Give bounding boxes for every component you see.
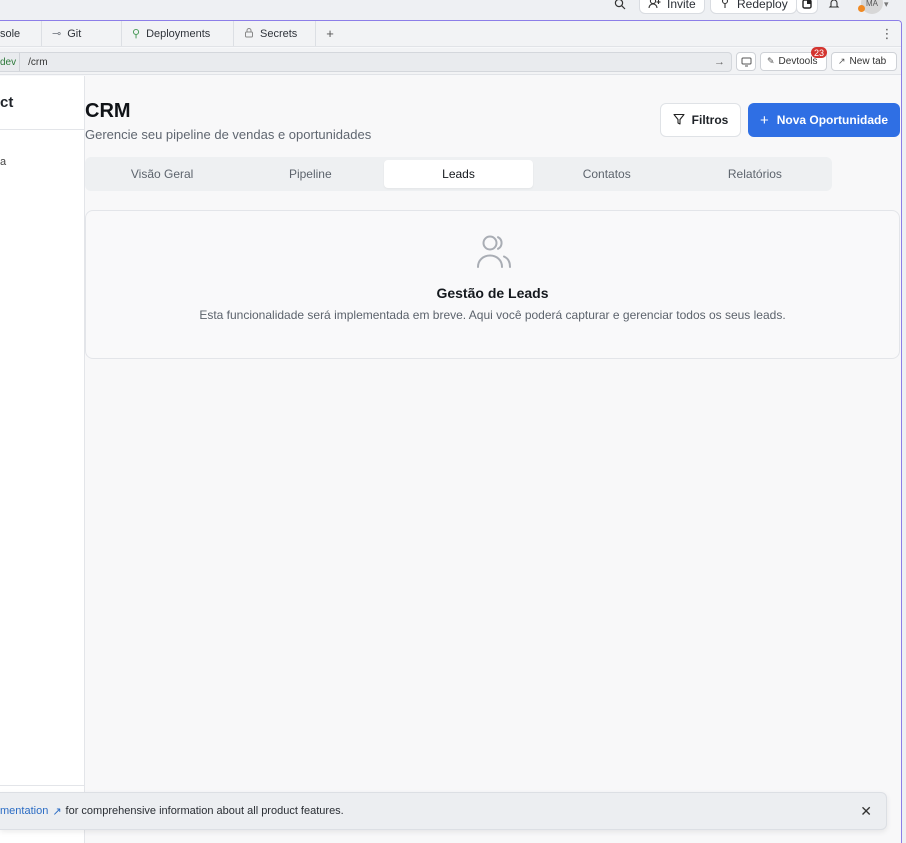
add-user-icon	[648, 0, 661, 12]
tab-console[interactable]: sole	[0, 21, 42, 46]
sidebar: ct a	[0, 76, 85, 843]
redeploy-button[interactable]: Redeploy	[710, 0, 797, 14]
new-opportunity-button[interactable]: + Nova Oportunidade	[748, 103, 900, 137]
new-tab-button[interactable]: ↗ New tab	[831, 52, 897, 71]
search-icon[interactable]	[614, 0, 626, 14]
tab-reports[interactable]: Relatórios	[681, 160, 829, 188]
env-label: dev	[0, 53, 21, 71]
wrench-icon: ✎	[767, 56, 775, 66]
page-subtitle: Gerencie seu pipeline de vendas e oportu…	[85, 127, 372, 142]
lock-icon	[244, 27, 254, 41]
sidebar-item[interactable]: a	[0, 156, 6, 168]
invite-button[interactable]: Invite	[639, 0, 705, 14]
tab-overview[interactable]: Visão Geral	[88, 160, 236, 188]
bell-icon[interactable]	[828, 0, 840, 14]
chevron-down-icon[interactable]: ▾	[884, 0, 889, 14]
new-opportunity-label: Nova Oportunidade	[776, 113, 889, 127]
external-link-icon[interactable]: ↗	[52, 805, 61, 818]
plus-icon: +	[759, 111, 769, 129]
divider	[0, 785, 85, 786]
tab-pipeline[interactable]: Pipeline	[236, 160, 384, 188]
tab-contacts[interactable]: Contatos	[533, 160, 681, 188]
redeploy-label: Redeploy	[737, 0, 788, 11]
devtools-badge: 23	[811, 47, 827, 58]
workspace-frame: sole ⊸ Git ⚲ Deployments Secrets + ⋮ dev…	[0, 20, 902, 843]
new-tab-plus-icon[interactable]: +	[316, 21, 344, 46]
avatar-status-dot	[858, 5, 865, 12]
card-title: Gestão de Leads	[436, 285, 549, 301]
deploy-icon: ⚲	[132, 28, 141, 40]
page-title: CRM	[85, 100, 131, 122]
tab-deployments[interactable]: ⚲ Deployments	[122, 21, 234, 46]
divider	[0, 129, 85, 130]
users-icon	[474, 231, 514, 271]
arrow-right-icon[interactable]: →	[714, 56, 731, 68]
documentation-link[interactable]: mentation	[0, 805, 48, 817]
tab-label: sole	[0, 27, 21, 40]
tab-secrets[interactable]: Secrets	[234, 21, 316, 46]
top-bar: Invite Redeploy MA ▾	[0, 0, 906, 18]
info-toast: mentation ↗ for comprehensive informatio…	[0, 792, 887, 830]
devtools-label: Devtools	[778, 56, 818, 67]
filter-icon	[673, 113, 685, 128]
main-content: CRM Gerencie seu pipeline de vendas e op…	[85, 76, 901, 843]
tab-bar: sole ⊸ Git ⚲ Deployments Secrets + ⋮	[0, 21, 901, 47]
filter-label: Filtros	[691, 113, 729, 127]
tab-leads[interactable]: Leads	[384, 160, 533, 188]
url-bar: dev /crm → ✎ Devtools 23 ↗ New tab	[0, 47, 901, 75]
avatar-initials: MA	[866, 0, 878, 8]
external-link-icon: ↗	[838, 56, 846, 66]
screen-icon[interactable]	[736, 52, 756, 71]
git-icon: ⊸	[52, 28, 62, 40]
leads-empty-card: Gestão de Leads Esta funcionalidade será…	[85, 210, 900, 359]
toast-text: for comprehensive information about all …	[65, 805, 344, 817]
close-icon[interactable]: ✕	[860, 803, 872, 820]
more-vertical-icon[interactable]: ⋮	[873, 21, 901, 46]
sidebar-title: ct	[0, 94, 14, 111]
section-tabs: Visão Geral Pipeline Leads Contatos Rela…	[85, 157, 832, 191]
deploy-icon	[719, 0, 731, 12]
tab-git[interactable]: ⊸ Git	[42, 21, 122, 46]
tab-label: Deployments	[146, 27, 211, 40]
tab-label: Git	[67, 27, 82, 40]
copy-icon[interactable]	[796, 0, 818, 14]
new-tab-label: New tab	[849, 56, 887, 67]
url-input[interactable]: dev /crm →	[0, 52, 732, 72]
tab-label: Secrets	[260, 27, 298, 40]
url-path: /crm	[28, 56, 48, 68]
invite-label: Invite	[667, 0, 696, 11]
card-description: Esta funcionalidade será implementada em…	[199, 308, 786, 322]
filter-button[interactable]: Filtros	[660, 103, 741, 137]
